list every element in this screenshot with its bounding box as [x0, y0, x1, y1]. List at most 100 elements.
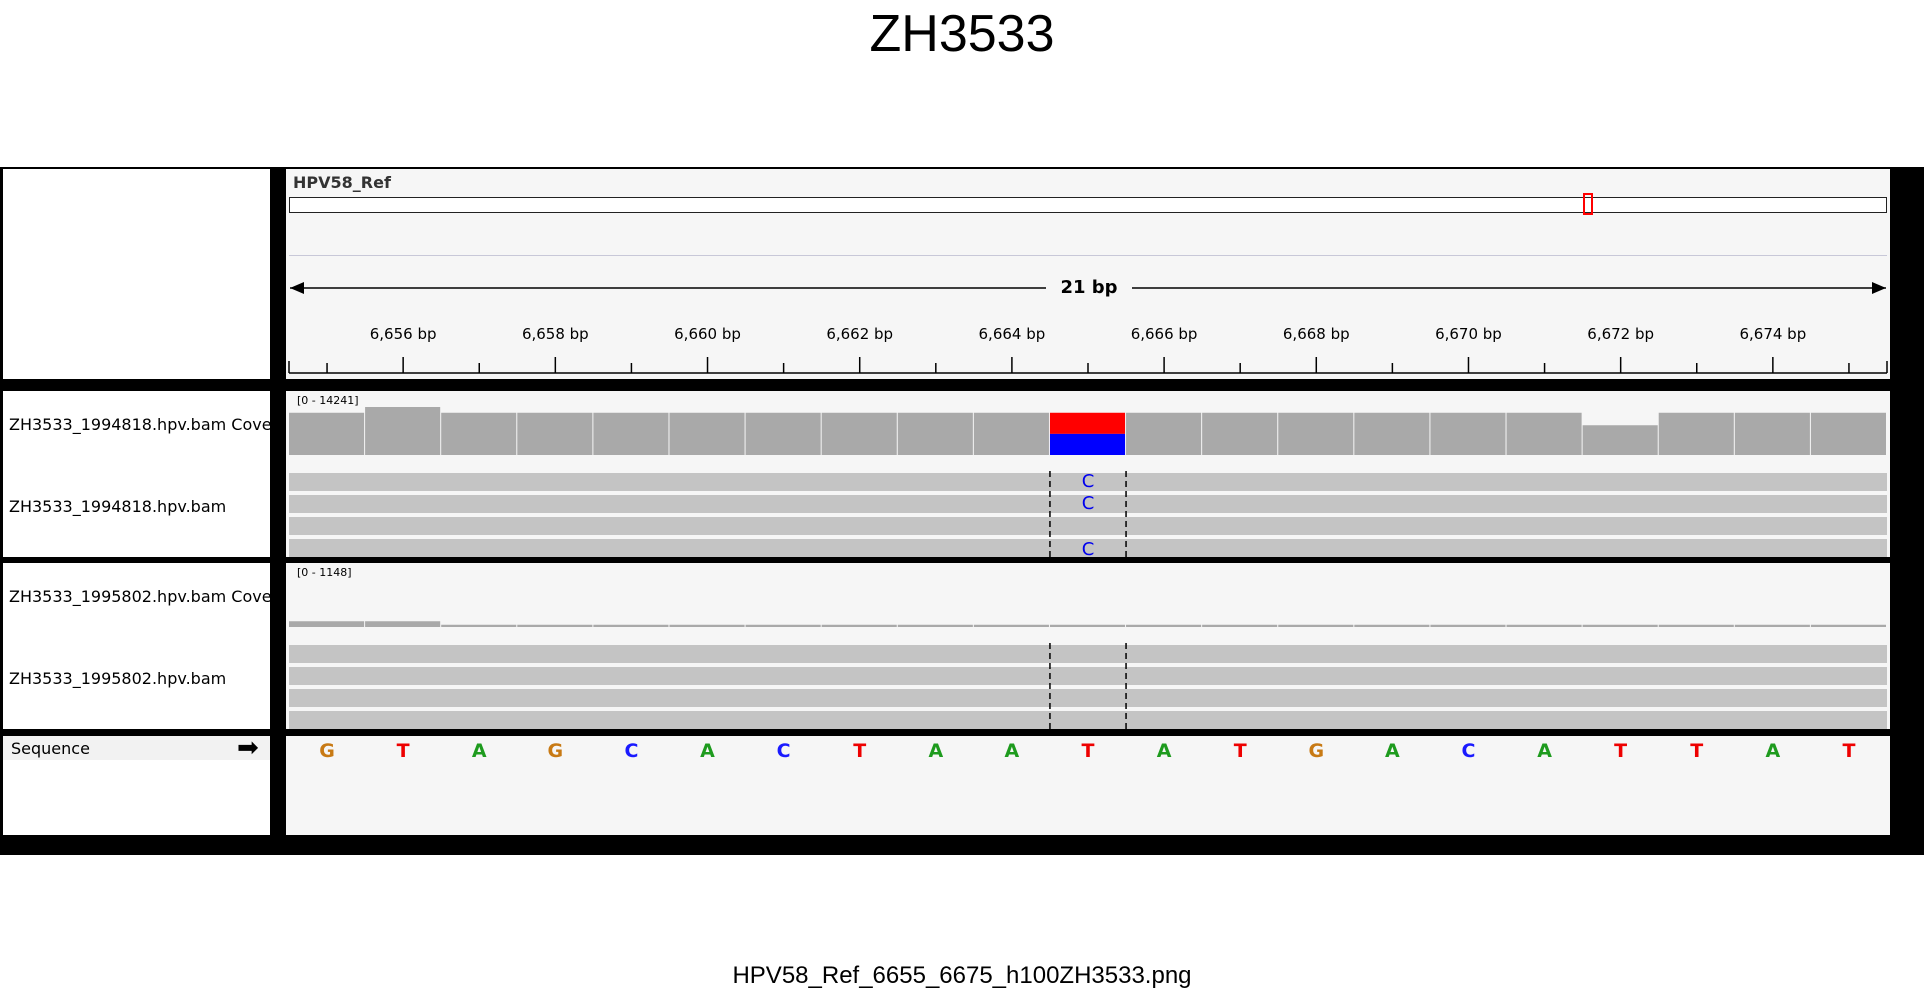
coverage-bar — [1049, 624, 1126, 627]
figure-title: ZH3533 — [869, 5, 1055, 63]
ideogram-region-marker[interactable] — [1583, 193, 1593, 215]
coverage-bar — [1582, 425, 1658, 455]
igv-window: ZH3533_1994818.hpv.bam Coverage ZH3533_1… — [0, 167, 1924, 855]
sequence-base: G — [1308, 740, 1324, 762]
coverage-bar — [669, 412, 745, 455]
ruler-tick-label: 6,668 bp — [1283, 325, 1350, 343]
alignment-reads-2[interactable] — [289, 643, 1890, 729]
sequence-base: G — [548, 740, 564, 762]
ruler-panel: HPV58_Ref 6,656 bp 6,658 bp 6,660 bp 6,662 … — [286, 169, 1890, 379]
sequence-base: A — [928, 740, 943, 762]
coverage-bar — [973, 624, 1049, 627]
aligned-read — [289, 689, 1887, 707]
coverage-bar — [441, 624, 517, 627]
coverage-bars-2[interactable] — [289, 563, 1890, 633]
coverage-bar — [1810, 412, 1886, 455]
sequence-base: A — [472, 740, 487, 762]
coverage-bar — [1582, 624, 1658, 627]
coverage-bar — [1734, 624, 1810, 627]
coverage-bar — [1354, 412, 1430, 455]
name-panel-sequence: Sequence ➡ — [3, 734, 270, 835]
sequence-base: C — [624, 740, 638, 762]
sequence-base: T — [1082, 740, 1095, 762]
sequence-base: T — [853, 740, 866, 762]
coverage-bar — [1202, 412, 1278, 455]
data-panel-sequence: GTAGCACTAATATGACATTAT — [286, 736, 1890, 835]
sequence-base: A — [1537, 740, 1552, 762]
sequence-base: A — [1765, 740, 1780, 762]
coverage-bar — [821, 412, 897, 455]
span-arrow-right — [1872, 282, 1886, 294]
alignment-track-name-1[interactable]: ZH3533_1994818.hpv.bam — [9, 497, 270, 516]
coverage-bar — [1506, 624, 1582, 627]
ruler-tick-label: 6,662 bp — [826, 325, 893, 343]
chromosome-name[interactable]: HPV58_Ref — [293, 173, 391, 192]
chromosome-ideogram[interactable] — [289, 197, 1887, 213]
coverage-bar — [745, 624, 821, 627]
alignment-reads-1[interactable]: CCC — [289, 471, 1890, 557]
sequence-base: A — [700, 740, 715, 762]
mismatch-base: C — [1082, 471, 1095, 492]
aligned-read — [289, 711, 1887, 729]
sequence-base: T — [1614, 740, 1627, 762]
coverage-bar — [1278, 412, 1354, 455]
coverage-bar — [1278, 624, 1354, 627]
coverage-bar — [973, 412, 1049, 455]
coverage-bar — [1506, 412, 1582, 455]
coverage-bar — [821, 624, 897, 627]
sequence-base: T — [1690, 740, 1703, 762]
sequence-base: A — [1005, 740, 1020, 762]
span-arrow-left — [290, 282, 304, 294]
coverage-bar — [289, 412, 365, 455]
coverage-bar — [1126, 624, 1202, 627]
coverage-bar — [517, 412, 593, 455]
sequence-base: C — [777, 740, 791, 762]
ruler-tick-label: 6,666 bp — [1131, 325, 1198, 343]
span-label: 21 bp — [1060, 277, 1118, 298]
coverage-bar — [1810, 624, 1886, 627]
coverage-track-name-2[interactable]: ZH3533_1995802.hpv.bam Coverage — [9, 587, 270, 606]
coverage-bar — [1658, 624, 1734, 627]
sequence-bases[interactable]: GTAGCACTAATATGACATTAT — [289, 736, 1890, 776]
coverage-bar — [1354, 624, 1430, 627]
coverage-bar — [289, 621, 365, 627]
coverage-bars-1[interactable] — [289, 391, 1890, 461]
sequence-base: T — [1234, 740, 1247, 762]
coverage-bar — [897, 624, 973, 627]
coverage-bar — [1658, 412, 1734, 455]
name-panel-track-1: ZH3533_1994818.hpv.bam Coverage ZH3533_1… — [3, 391, 270, 557]
ruler-tick-label: 6,656 bp — [370, 325, 437, 343]
coverage-bar — [669, 624, 745, 627]
sequence-base: A — [1157, 740, 1172, 762]
strand-arrow-icon[interactable]: ➡ — [237, 734, 259, 760]
coverage-bar — [1430, 412, 1506, 455]
ruler-tick-label: 6,670 bp — [1435, 325, 1502, 343]
sequence-track-name[interactable]: Sequence — [11, 739, 90, 758]
variant-ref-bar — [1049, 433, 1126, 455]
mismatch-base: C — [1082, 493, 1095, 514]
sequence-base: G — [319, 740, 335, 762]
sequence-base: C — [1461, 740, 1475, 762]
data-panel-track-1: [0 - 14241] CCC — [286, 391, 1890, 557]
coverage-bar — [517, 624, 593, 627]
coverage-bar — [1734, 412, 1810, 455]
coverage-track-name-1[interactable]: ZH3533_1994818.hpv.bam Coverage — [9, 415, 270, 434]
sequence-base: A — [1385, 740, 1400, 762]
data-panel-track-2: [0 - 1148] — [286, 563, 1890, 729]
ruler-tick-label: 6,660 bp — [674, 325, 741, 343]
coverage-bar — [441, 412, 517, 455]
aligned-read — [289, 517, 1887, 535]
coverage-bar — [745, 412, 821, 455]
alignment-track-name-2[interactable]: ZH3533_1995802.hpv.bam — [9, 669, 270, 688]
aligned-read — [289, 667, 1887, 685]
coverage-bar — [1202, 624, 1278, 627]
figure-caption: HPV58_Ref_6655_6675_h100ZH3533.png — [732, 962, 1192, 989]
sequence-base: T — [1842, 740, 1855, 762]
coverage-bar — [593, 624, 669, 627]
aligned-read — [289, 645, 1887, 663]
ruler-scale[interactable]: 6,656 bp 6,658 bp 6,660 bp 6,662 bp 6,664 bp… — [286, 257, 1890, 379]
mismatch-base: C — [1082, 539, 1095, 557]
ruler-tick-label: 6,674 bp — [1739, 325, 1806, 343]
coverage-bar — [365, 621, 441, 627]
ruler-tick-label: 6,664 bp — [979, 325, 1046, 343]
